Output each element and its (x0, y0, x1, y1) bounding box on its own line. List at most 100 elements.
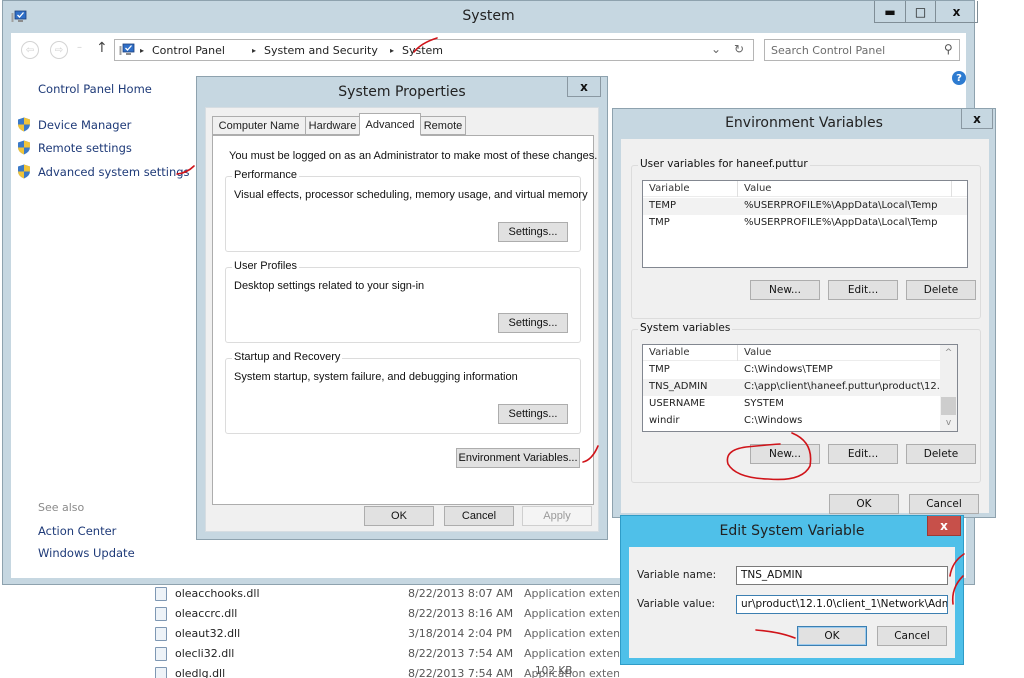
column-header-value[interactable]: Value (744, 347, 771, 358)
advanced-tab-panel: You must be logged on as an Administrato… (212, 135, 598, 505)
file-type: Application extens (524, 647, 619, 660)
column-header-value[interactable]: Value (744, 183, 771, 194)
ok-button[interactable]: OK (829, 494, 899, 514)
list-item[interactable]: TMP C:\Windows\TEMP (643, 362, 957, 379)
cancel-button[interactable]: Cancel (909, 494, 979, 514)
search-placeholder: Search Control Panel (771, 44, 886, 57)
tab-hardware[interactable]: Hardware (305, 116, 360, 135)
dialog-client: Computer Name Hardware Advanced Remote Y… (205, 107, 599, 532)
search-icon[interactable]: ⚲ (944, 42, 953, 56)
list-item[interactable]: TEMP %USERPROFILE%\AppData\Local\Temp (643, 198, 967, 215)
file-date: 8/22/2013 7:54 AM (408, 647, 514, 660)
user-edit-button[interactable]: Edit... (828, 280, 898, 300)
scroll-down-button[interactable]: v (940, 415, 957, 431)
group-title: User variables for haneef.puttur (638, 158, 810, 170)
dialog-title: System Properties (338, 84, 466, 100)
close-button[interactable]: x (961, 109, 993, 129)
column-header-variable[interactable]: Variable (649, 347, 690, 358)
list-item[interactable]: TMP %USERPROFILE%\AppData\Local\Temp (643, 215, 967, 232)
chevron-down-icon: ⌄ (711, 42, 722, 56)
forward-button[interactable]: ⇨ (50, 41, 68, 59)
tab-advanced[interactable]: Advanced (359, 113, 421, 136)
file-name: oleaccrc.dll (175, 607, 238, 620)
chevron-down-icon: v (945, 418, 952, 428)
user-profiles-settings-button[interactable]: Settings... (498, 313, 568, 333)
list-item[interactable]: USERNAME SYSTEM (643, 396, 957, 413)
window-controls: ▬ □ x (874, 1, 978, 23)
vertical-scrollbar[interactable]: ^ v (940, 345, 957, 431)
list-item[interactable]: windir C:\Windows (643, 413, 957, 430)
group-title: System variables (638, 322, 733, 334)
title-bar[interactable]: System ▬ □ x (3, 1, 978, 33)
shield-icon (18, 164, 30, 179)
user-new-button[interactable]: New... (750, 280, 820, 300)
back-button[interactable]: ⇦ (21, 41, 39, 59)
system-delete-button[interactable]: Delete (906, 444, 976, 464)
close-icon: x (973, 111, 981, 126)
user-delete-button[interactable]: Delete (906, 280, 976, 300)
tab-remote[interactable]: Remote (420, 116, 466, 135)
left-nav-remote-settings[interactable]: Remote settings (38, 141, 132, 155)
file-date: 3/18/2014 2:04 PM (408, 627, 513, 640)
search-input[interactable]: Search Control Panel ⚲ (764, 39, 960, 61)
close-button[interactable]: x (567, 77, 601, 97)
file-row[interactable]: oleaccrc.dll 8/22/2013 8:16 AM Applicati… (140, 605, 620, 625)
variable-value: %USERPROFILE%\AppData\Local\Temp (744, 200, 938, 211)
file-row[interactable]: oleacchooks.dll 8/22/2013 8:07 AM Applic… (140, 585, 620, 605)
close-icon: x (940, 518, 948, 533)
file-name: olecli32.dll (175, 647, 235, 660)
dll-file-icon (155, 667, 167, 678)
breadcrumb-control-panel[interactable]: Control Panel (152, 44, 225, 57)
admin-notice: You must be logged on as an Administrato… (229, 150, 598, 162)
system-edit-button[interactable]: Edit... (828, 444, 898, 464)
user-variables-group: User variables for haneef.puttur Variabl… (631, 158, 981, 319)
dll-file-icon (155, 587, 167, 601)
group-description: System startup, system failure, and debu… (234, 371, 518, 383)
minimize-button[interactable]: ▬ (875, 1, 905, 22)
maximize-button[interactable]: □ (905, 1, 935, 22)
help-button[interactable]: ? (952, 71, 966, 85)
shield-icon (18, 140, 30, 155)
dll-file-icon (155, 627, 167, 641)
windows-update-link[interactable]: Windows Update (38, 546, 135, 560)
scrollbar-thumb[interactable] (941, 397, 956, 415)
up-button[interactable]: ↑ (96, 40, 108, 56)
variable-name: TEMP (649, 200, 677, 211)
cancel-button[interactable]: Cancel (444, 506, 514, 526)
left-nav-advanced-system-settings[interactable]: Advanced system settings (38, 165, 190, 179)
apply-button[interactable]: Apply (522, 506, 592, 526)
breadcrumb-system-and-security[interactable]: System and Security (264, 44, 378, 57)
ok-button[interactable]: OK (364, 506, 434, 526)
refresh-button[interactable]: ↻ (734, 42, 744, 56)
file-row[interactable]: olecli32.dll 8/22/2013 7:54 AM Applicati… (140, 645, 620, 665)
system-properties-dialog: System Properties x Computer Name Hardwa… (196, 76, 608, 540)
column-header-variable[interactable]: Variable (649, 183, 690, 194)
close-icon: x (952, 4, 961, 19)
breadcrumb-separator-icon: ▸ (390, 46, 395, 55)
chevron-up-icon: ^ (944, 348, 953, 358)
variable-value: C:\Windows\TEMP (744, 364, 833, 375)
performance-group: Performance Visual effects, processor sc… (225, 169, 588, 252)
system-variables-list[interactable]: Variable Value TMP C:\Windows\TEMP TNS_A… (642, 344, 958, 432)
close-button[interactable]: x (927, 516, 961, 536)
control-panel-home-link[interactable]: Control Panel Home (38, 82, 152, 96)
shield-icon (18, 117, 30, 132)
file-row[interactable]: oleaut32.dll 3/18/2014 2:04 PM Applicati… (140, 625, 620, 645)
user-variables-list[interactable]: Variable Value TEMP %USERPROFILE%\AppDat… (642, 180, 968, 268)
tab-computer-name[interactable]: Computer Name (212, 116, 306, 135)
recent-pages-button[interactable]: – (77, 42, 82, 53)
control-panel-icon (119, 43, 135, 55)
breadcrumb-separator-icon: ▸ (252, 46, 257, 55)
environment-variables-button[interactable]: Environment Variables... (456, 448, 580, 468)
close-button[interactable]: x (935, 1, 977, 22)
action-center-link[interactable]: Action Center (38, 524, 116, 538)
scroll-up-button[interactable]: ^ (940, 345, 957, 361)
variable-name-label: Variable name: (637, 569, 717, 581)
left-nav-device-manager[interactable]: Device Manager (38, 118, 131, 132)
address-history-dropdown[interactable]: ⌄ (711, 42, 721, 56)
list-item[interactable]: TNS_ADMIN C:\app\client\haneef.puttur\pr… (643, 379, 957, 396)
performance-settings-button[interactable]: Settings... (498, 222, 568, 242)
variable-value: C:\Windows (744, 415, 803, 426)
startup-recovery-settings-button[interactable]: Settings... (498, 404, 568, 424)
help-icon: ? (956, 72, 962, 84)
